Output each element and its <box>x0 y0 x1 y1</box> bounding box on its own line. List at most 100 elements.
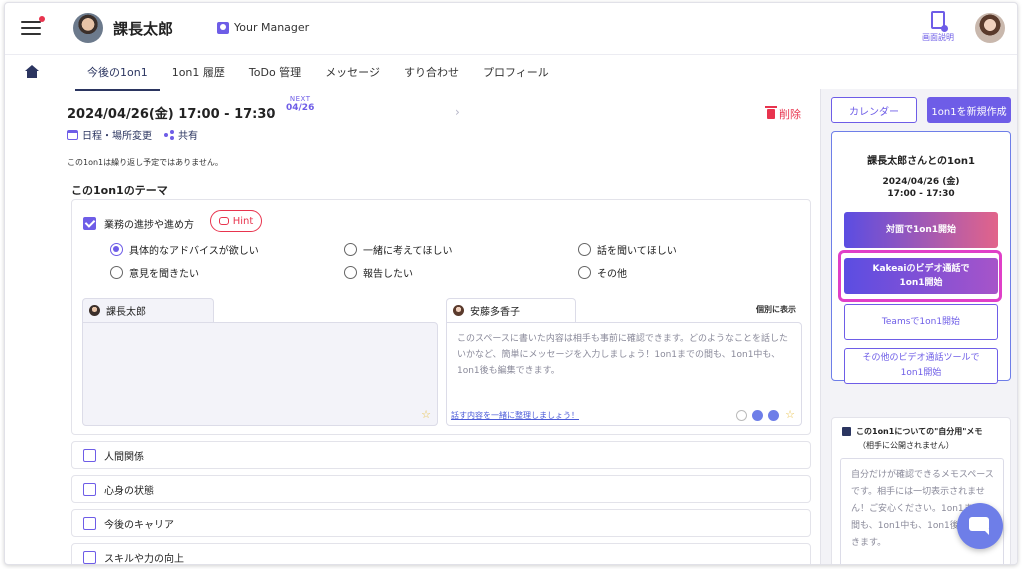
main-topic-checkbox[interactable] <box>83 217 96 230</box>
memo-self-name: 課長太郎 <box>106 307 146 318</box>
next-meeting-link[interactable]: NEXT 04/26 <box>286 95 314 113</box>
tab-upcoming[interactable]: 今後の1on1 <box>75 55 160 91</box>
option-label: その他 <box>597 269 627 280</box>
memo-placeholder: このスペースに書いた内容は相手も事前に確認できます。どのようなことを話したいかな… <box>457 334 789 376</box>
memo-partner: 安藤多香子 個別に表示 このスペースに書いた内容は相手も事前に確認できます。どの… <box>446 298 802 426</box>
owl-icon <box>218 217 229 225</box>
share-button[interactable]: 共有 <box>164 127 198 142</box>
radio[interactable] <box>110 266 123 279</box>
tab-alignment[interactable]: すり合わせ <box>392 55 471 91</box>
topic-row[interactable]: 人間関係 <box>71 441 811 469</box>
topic-checkbox[interactable] <box>83 516 96 530</box>
option-label: 意見を聞きたい <box>129 269 199 280</box>
tab-bar: 今後の1on1 1on1 履歴 ToDo 管理 メッセージ すり合わせ プロフィ… <box>75 55 561 91</box>
star-icon[interactable]: ☆ <box>421 408 431 421</box>
main-topic-row[interactable]: 業務の進捗や進め方 <box>83 216 194 231</box>
right-panel: カレンダー 1on1を新規作成 課長太郎さんとの1on1 2024/04/26 … <box>820 89 1017 564</box>
memo-self-tab[interactable]: 課長太郎 <box>82 298 214 322</box>
next-label: NEXT <box>289 95 311 103</box>
home-icon[interactable] <box>25 65 39 79</box>
other-tool-line1: その他のビデオ通話ツールで <box>862 353 980 363</box>
quote-icon[interactable] <box>752 410 763 421</box>
mic-icon[interactable] <box>768 410 779 421</box>
topic-row[interactable]: 今後のキャリア <box>71 509 811 537</box>
theme-section-title: この1on1のテーマ <box>71 184 168 197</box>
star-icon[interactable]: ☆ <box>785 408 795 421</box>
topic-row[interactable]: スキルや力の向上 <box>71 543 811 565</box>
session-time: 17:00 - 17:30 <box>887 189 955 199</box>
notification-dot <box>39 16 45 22</box>
memo-icon <box>842 427 851 436</box>
start-face-to-face-button[interactable]: 対面で1on1開始 <box>844 212 998 248</box>
main-topic-label: 業務の進捗や進め方 <box>104 220 194 231</box>
menu-icon[interactable] <box>21 16 45 35</box>
next-date: 04/26 <box>286 103 315 113</box>
memo-self-body[interactable]: ☆ <box>82 322 438 426</box>
topic-checkbox[interactable] <box>83 482 96 496</box>
hint-label: Hint <box>232 215 254 227</box>
topic-checkbox[interactable] <box>83 448 96 462</box>
option-advice[interactable]: 具体的なアドバイスが欲しい <box>110 242 259 257</box>
tab-todo[interactable]: ToDo 管理 <box>237 55 313 91</box>
memo-tools <box>736 410 779 421</box>
organize-link[interactable]: 話す内容を一緒に整理しましょう！ <box>451 410 579 421</box>
new-1on1-button[interactable]: 1on1を新規作成 <box>927 97 1011 123</box>
trash-icon <box>765 106 777 119</box>
option-opinion[interactable]: 意見を聞きたい <box>110 265 199 280</box>
memo-partner-body[interactable]: このスペースに書いた内容は相手も事前に確認できます。どのようなことを話したいかな… <box>446 322 802 426</box>
private-memo-title-text: この1on1についての"自分用"メモ <box>856 427 983 436</box>
kakeai-line2: 1on1開始 <box>899 278 943 288</box>
memo-partner-tab[interactable]: 安藤多香子 <box>446 298 576 322</box>
help-label: 画面説明 <box>922 33 954 42</box>
account-avatar[interactable] <box>975 13 1005 43</box>
repeat-note: この1on1は繰り返し予定ではありません。 <box>67 158 223 167</box>
tab-messages[interactable]: メッセージ <box>313 55 392 91</box>
top-bar: 課長太郎 Your Manager 画面説明 <box>5 3 1017 55</box>
private-memo-subtitle: （相手に公開されません） <box>858 441 954 450</box>
radio[interactable] <box>344 243 357 256</box>
option-listen[interactable]: 話を聞いてほしい <box>578 242 677 257</box>
option-label: 一緒に考えてほしい <box>363 246 453 257</box>
option-other[interactable]: その他 <box>578 265 627 280</box>
topic-label: 人間関係 <box>104 451 144 463</box>
start-other-tool-button[interactable]: その他のビデオ通話ツールで 1on1開始 <box>844 348 998 384</box>
topic-checkbox[interactable] <box>83 550 96 564</box>
tab-profile[interactable]: プロフィール <box>471 55 561 91</box>
option-label: 報告したい <box>363 269 413 280</box>
option-think-together[interactable]: 一緒に考えてほしい <box>344 242 453 257</box>
app-window: 課長太郎 Your Manager 画面説明 今後の1on1 1on1 履歴 T… <box>4 2 1018 565</box>
radio[interactable] <box>578 266 591 279</box>
radio-selected[interactable] <box>110 243 123 256</box>
chat-icon[interactable] <box>957 503 1003 549</box>
help-button[interactable]: 画面説明 <box>921 11 955 43</box>
person-icon <box>217 21 229 34</box>
option-report[interactable]: 報告したい <box>344 265 413 280</box>
manager-badge: Your Manager <box>217 21 309 34</box>
start-teams-button[interactable]: Teamsで1on1開始 <box>844 304 998 340</box>
avatar <box>453 305 464 316</box>
topic-label: スキルや力の向上 <box>104 553 184 565</box>
chevron-right-icon[interactable]: › <box>455 105 460 119</box>
hint-button[interactable]: Hint <box>210 210 262 232</box>
chevron-left-icon[interactable]: ‹ <box>267 105 272 119</box>
individual-view-link[interactable]: 個別に表示 <box>756 304 796 315</box>
delete-button[interactable]: 削除 <box>765 106 801 122</box>
memo-partner-name: 安藤多香子 <box>470 307 520 318</box>
start-kakeai-video-button[interactable]: Kakeaiのビデオ通話で 1on1開始 <box>844 258 998 294</box>
avatar <box>73 13 103 43</box>
share-label: 共有 <box>178 131 198 142</box>
manager-label: Your Manager <box>234 21 310 34</box>
meeting-datetime: 2024/04/26(金) 17:00 - 17:30 <box>67 107 276 122</box>
radio[interactable] <box>578 243 591 256</box>
theme-card: 業務の進捗や進め方 Hint 具体的なアドバイスが欲しい 一緒に考えてほしい 話… <box>71 199 811 435</box>
calendar-button[interactable]: カレンダー <box>831 97 917 123</box>
option-label: 具体的なアドバイスが欲しい <box>129 246 259 257</box>
reschedule-button[interactable]: 日程・場所変更 <box>67 127 152 142</box>
radio[interactable] <box>344 266 357 279</box>
tab-history[interactable]: 1on1 履歴 <box>160 55 237 91</box>
calendar-icon <box>67 129 78 140</box>
session-title: 課長太郎さんとの1on1 <box>867 156 975 167</box>
reschedule-label: 日程・場所変更 <box>82 131 152 142</box>
topic-row[interactable]: 心身の状態 <box>71 475 811 503</box>
meeting-actions: 日程・場所変更 共有 <box>67 127 198 142</box>
